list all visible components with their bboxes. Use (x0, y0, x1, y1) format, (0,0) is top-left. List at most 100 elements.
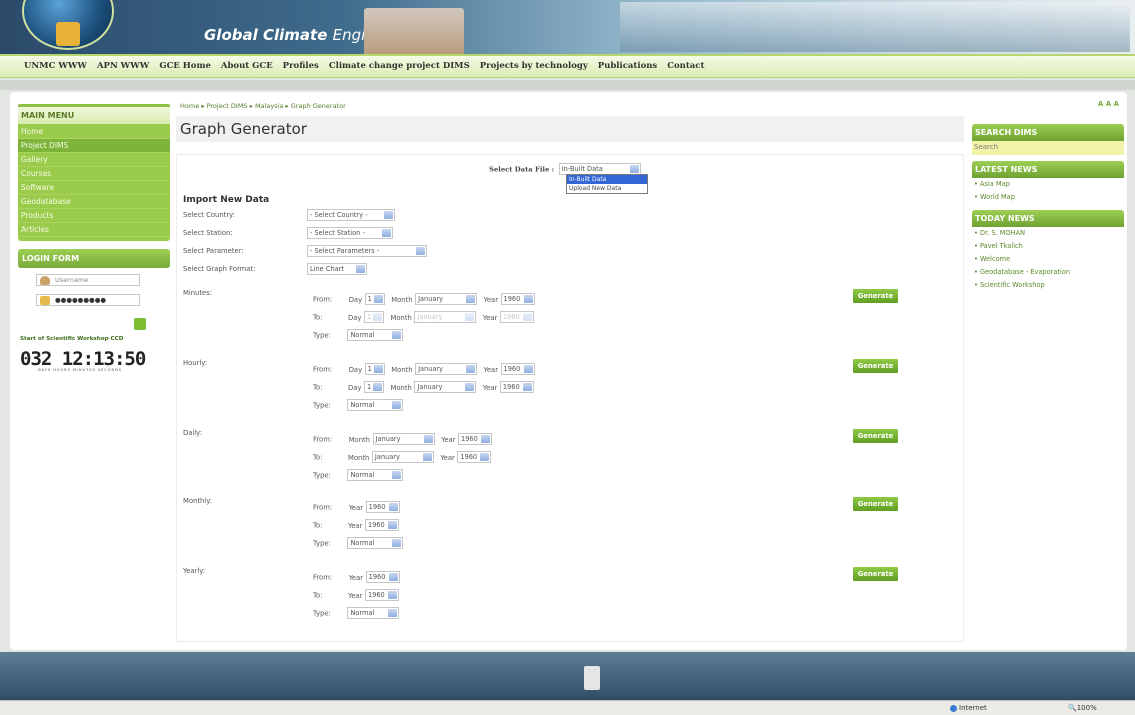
year-label: Year (348, 591, 363, 600)
minutes-to-year-select[interactable]: 1960 (499, 311, 534, 323)
latest-news-list: • Asia Map • World Map (972, 178, 1124, 210)
daily-from-row: From: Month January Year 1960 (313, 433, 493, 445)
hourly-to-day-select[interactable]: 1 (363, 381, 384, 393)
chevron-down-icon (416, 247, 425, 255)
select-graph-format-label: Select Graph Format: (183, 265, 256, 273)
menu-item-project-dims[interactable]: Project DIMS (18, 139, 170, 153)
nav-projects-by-technology[interactable]: Projects by technology (480, 61, 588, 71)
menu-item-home[interactable]: Home (18, 125, 170, 139)
site-footer (0, 652, 1135, 700)
minutes-type-select[interactable]: Normal (347, 329, 404, 341)
daily-to-month-select[interactable]: January (371, 451, 434, 463)
search-dims-title: SEARCH DIMS (972, 124, 1124, 141)
daily-to-row: To: Month January Year 1960 (313, 451, 492, 463)
menu-item-products[interactable]: Products (18, 209, 170, 223)
station-select[interactable]: - Select Station - (307, 227, 393, 239)
generate-monthly-button[interactable]: Generate (853, 497, 898, 511)
user-icon (40, 276, 50, 285)
daily-type-select[interactable]: Normal (347, 469, 404, 481)
today-news-title: TODAY NEWS (972, 210, 1124, 227)
option-upload-new-data[interactable]: Upload New Data (567, 184, 647, 193)
news-item-scientific-workshop[interactable]: • Scientific Workshop (974, 281, 1122, 294)
year-label: Year (482, 313, 498, 322)
month-label: Month (390, 383, 412, 392)
monthly-from-year-select[interactable]: 1960 (365, 501, 400, 513)
nav-unmc-www[interactable]: UNMC WWW (24, 61, 87, 71)
option-in-built-data[interactable]: In-Built Data (567, 175, 647, 184)
generate-minutes-button[interactable]: Generate (853, 289, 898, 303)
breadcrumb[interactable]: Home ▸ Project DIMS ▸ Malaysia ▸ Graph G… (176, 98, 964, 112)
select-data-file-label: Select Data File : (489, 165, 555, 174)
country-select[interactable]: - Select Country - (307, 209, 395, 221)
type-label: Type: (313, 471, 331, 480)
hourly-to-month-select[interactable]: January (414, 381, 477, 393)
yearly-type-select[interactable]: Normal (347, 607, 400, 619)
menu-item-articles[interactable]: Articles (18, 223, 170, 237)
login-submit-icon[interactable] (134, 318, 146, 330)
hourly-from-month-select[interactable]: January (415, 363, 478, 375)
nav-about-gce[interactable]: About GCE (221, 61, 273, 71)
minutes-from-row: From: Day 1 Month January Year 1960 (313, 293, 535, 305)
minutes-to-day-select[interactable]: 1 (363, 311, 384, 323)
news-item-pavel-tkalich[interactable]: • Pavel Tkalich (974, 242, 1122, 255)
menu-item-geodatabase[interactable]: Geodatabase (18, 195, 170, 209)
hourly-from-year-select[interactable]: 1960 (500, 363, 535, 375)
monthly-type-select[interactable]: Normal (347, 537, 404, 549)
nav-profiles[interactable]: Profiles (283, 61, 319, 71)
year-label: Year (482, 383, 498, 392)
daily-type-row: Type: Normal (313, 469, 404, 481)
menu-item-courses[interactable]: Courses (18, 167, 170, 181)
logo-badge-icon (56, 22, 80, 46)
search-input[interactable]: Search (972, 141, 1124, 155)
hourly-from-day-select[interactable]: 1 (364, 363, 385, 375)
type-label: Type: (313, 609, 331, 618)
password-value: ●●●●●●●●● (55, 296, 107, 304)
minutes-to-month-select[interactable]: January (414, 311, 477, 323)
minutes-from-month-select[interactable]: January (415, 293, 478, 305)
generate-daily-button[interactable]: Generate (853, 429, 898, 443)
minutes-from-day-select[interactable]: 1 (364, 293, 385, 305)
yearly-from-year-select[interactable]: 1960 (365, 571, 400, 583)
monthly-to-year-select[interactable]: 1960 (364, 519, 399, 531)
year-label: Year (348, 503, 364, 512)
font-size-controls[interactable]: A A A (1098, 100, 1119, 108)
news-item-dr-s-mohan[interactable]: • Dr. S. MOHAN (974, 229, 1122, 242)
hourly-to-year-select[interactable]: 1960 (499, 381, 534, 393)
nav-climate-change-project-dims[interactable]: Climate change project DIMS (329, 61, 470, 71)
hourly-type-select[interactable]: Normal (347, 399, 404, 411)
password-field[interactable]: ●●●●●●●●● (36, 294, 140, 306)
month-label: Month (391, 365, 413, 374)
zoom-level[interactable]: 🔍100% (1068, 704, 1097, 712)
news-item-world-map[interactable]: • World Map (974, 193, 1122, 206)
graph-format-select[interactable]: Line Chart (307, 263, 367, 275)
daily-from-month-select[interactable]: January (372, 433, 435, 445)
chevron-down-icon (384, 211, 393, 219)
section-hourly-label: Hourly: (183, 359, 208, 367)
yearly-to-year-select[interactable]: 1960 (364, 589, 399, 601)
select-station-label: Select Station: (183, 229, 233, 237)
nav-contact[interactable]: Contact (667, 61, 704, 71)
parameter-select[interactable]: - Select Parameters - (307, 245, 427, 257)
section-yearly-label: Yearly: (183, 567, 206, 575)
news-item-asia-map[interactable]: • Asia Map (974, 180, 1122, 193)
hourly-type-row: Type: Normal (313, 399, 404, 411)
menu-item-software[interactable]: Software (18, 181, 170, 195)
monthly-from-row: From: Year 1960 (313, 501, 400, 513)
daily-to-year-select[interactable]: 1960 (457, 451, 492, 463)
nav-apn-www[interactable]: APN WWW (97, 61, 149, 71)
nav-publications[interactable]: Publications (598, 61, 657, 71)
news-item-welcome[interactable]: • Welcome (974, 255, 1122, 268)
nav-gce-home[interactable]: GCE Home (159, 61, 211, 71)
daily-from-year-select[interactable]: 1960 (458, 433, 493, 445)
menu-item-gallery[interactable]: Gallery (18, 153, 170, 167)
background-band (0, 80, 1135, 90)
minutes-from-year-select[interactable]: 1960 (500, 293, 535, 305)
section-monthly-label: Monthly: (183, 497, 213, 505)
generate-hourly-button[interactable]: Generate (853, 359, 898, 373)
username-field[interactable]: Username (36, 274, 140, 286)
day-label: Day (348, 365, 363, 374)
generate-yearly-button[interactable]: Generate (853, 567, 898, 581)
yearly-to-row: To: Year 1960 (313, 589, 399, 601)
yearly-type-row: Type: Normal (313, 607, 400, 619)
news-item-geodatabase-evaporation[interactable]: • Geodatabase - Evaporation (974, 268, 1122, 281)
